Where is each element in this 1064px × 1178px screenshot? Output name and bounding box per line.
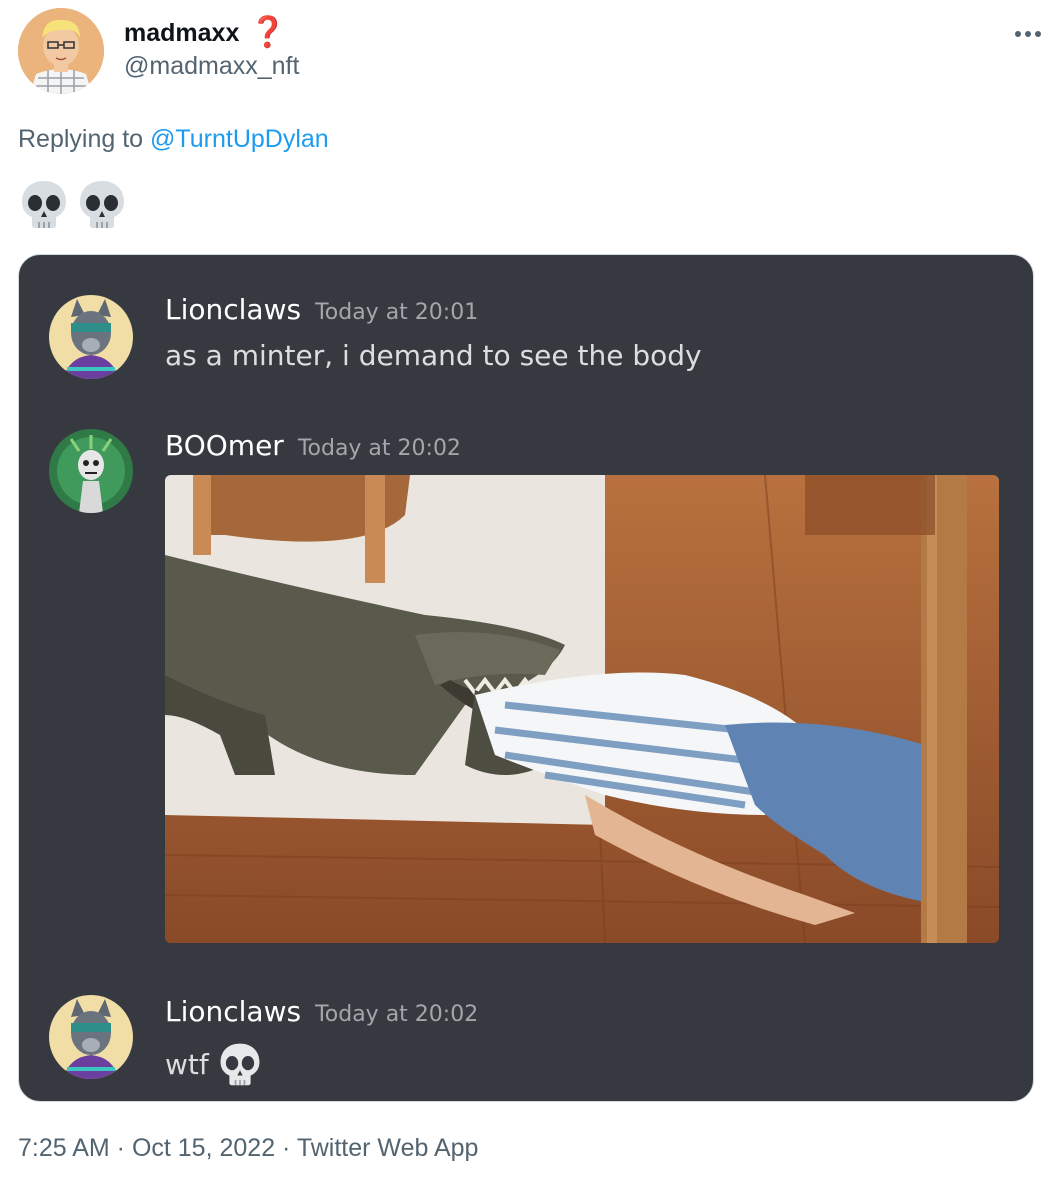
message-author-name[interactable]: Lionclaws xyxy=(165,293,301,326)
question-mark-badge: ❓ xyxy=(249,16,287,49)
tweet-text xyxy=(18,178,128,230)
lionclaws-avatar xyxy=(49,295,133,379)
author-display-name[interactable]: madmaxx xyxy=(124,19,239,48)
message-author-name[interactable]: Lionclaws xyxy=(165,995,301,1028)
message-author[interactable]: BOOmer Today at 20:02 xyxy=(165,429,461,462)
reply-context: Replying to @TurntUpDylan xyxy=(18,125,329,154)
message-author-name[interactable]: BOOmer xyxy=(165,429,284,462)
author-handle[interactable]: @madmaxx_nft xyxy=(124,52,299,81)
reply-prefix: Replying to xyxy=(18,125,144,153)
crocodile-photo[interactable] xyxy=(165,475,999,943)
skull-icon xyxy=(80,181,124,228)
skull-icon xyxy=(22,181,66,228)
message-timestamp: Today at 20:02 xyxy=(315,1002,479,1027)
message-timestamp: Today at 20:02 xyxy=(297,436,461,461)
message-author[interactable]: Lionclaws Today at 20:01 xyxy=(165,293,478,326)
skull-icon xyxy=(220,1043,260,1086)
boomer-avatar xyxy=(49,429,133,513)
lionclaws-avatar xyxy=(49,995,133,1079)
reply-to-link[interactable]: @TurntUpDylan xyxy=(150,125,329,153)
tweet-timestamp[interactable]: 7:25 AM · Oct 15, 2022 · Twitter Web App xyxy=(18,1134,478,1163)
attached-discord-screenshot[interactable]: Lionclaws Today at 20:01 as a minter, i d… xyxy=(18,254,1034,1102)
message-text: wtf xyxy=(165,1041,263,1087)
message-timestamp: Today at 20:01 xyxy=(315,300,479,325)
message-author[interactable]: Lionclaws Today at 20:02 xyxy=(165,995,478,1028)
message-text-content: wtf xyxy=(165,1047,209,1081)
message-text: as a minter, i demand to see the body xyxy=(165,339,702,372)
more-icon[interactable] xyxy=(1014,18,1042,44)
author-avatar[interactable] xyxy=(18,8,104,94)
